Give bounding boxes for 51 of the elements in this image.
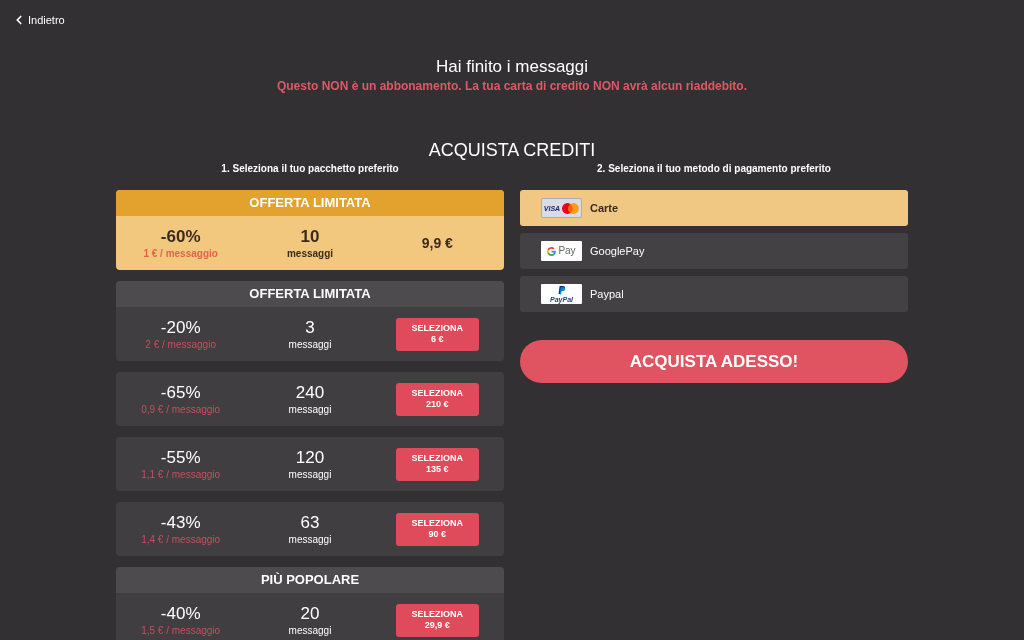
- message-unit-text: messaggi: [288, 623, 332, 637]
- overlapping-circles-icon: [562, 202, 580, 214]
- offer-banner: OFFERTA LIMITATA: [116, 281, 504, 307]
- message-count: 3: [305, 317, 315, 338]
- package-card[interactable]: PIÙ POPOLARE -40% 1,5 € / messaggio 20 messaggi SELEZIONA 29,9 €: [116, 567, 504, 640]
- unit-price-text: 2 € / messaggio: [145, 337, 216, 351]
- section-title: ACQUISTA CREDITI: [428, 139, 596, 162]
- page-title: Hai finito i messaggi: [435, 56, 589, 78]
- message-count: 10: [300, 226, 320, 247]
- back-link[interactable]: Indietro: [12, 11, 65, 29]
- unit-price-text: 1,4 € / messaggio: [141, 532, 221, 546]
- unit-price-text: 1 € / messaggio: [143, 246, 218, 260]
- g-letter-icon: [547, 246, 557, 256]
- step-heading: 2. Seleziona il tuo metodo di pagamento preferito: [597, 162, 831, 176]
- package-card[interactable]: -65% 0,9 € / messaggio 240 messaggi SELEZIONA 210 €: [116, 372, 504, 426]
- select-button[interactable]: SELEZIONA 6 €: [395, 317, 479, 351]
- discount-text: -65%: [160, 382, 201, 403]
- message-unit-text: messaggi: [288, 467, 332, 481]
- select-button[interactable]: SELEZIONA 90 €: [395, 512, 479, 546]
- message-count: 120: [295, 447, 325, 468]
- select-button[interactable]: SELEZIONA 29,9 €: [395, 603, 479, 637]
- message-unit-text: messaggi: [288, 402, 332, 416]
- message-count: 20: [300, 603, 320, 624]
- discount-text: -60%: [160, 226, 201, 247]
- select-button[interactable]: SELEZIONA 210 €: [395, 382, 479, 416]
- offer-banner: OFFERTA LIMITATA: [116, 190, 504, 216]
- buy-now-button[interactable]: ACQUISTA ADESSO!: [520, 340, 908, 383]
- message-unit-text: messaggi: [288, 532, 332, 546]
- discount-text: -20%: [160, 317, 201, 338]
- package-card[interactable]: OFFERTA LIMITATA -60% 1 € / messaggio 10 messaggi 9,9 €: [116, 190, 504, 270]
- step-heading: 1. Seleziona il tuo pacchetto preferito: [221, 162, 399, 176]
- package-card[interactable]: -55% 1,1 € / messaggio 120 messaggi SELEZIONA 135 €: [116, 437, 504, 491]
- message-count: 240: [295, 382, 325, 403]
- offer-banner: PIÙ POPOLARE: [116, 567, 504, 593]
- unit-price-text: 0,9 € / messaggio: [141, 402, 221, 416]
- discount-text: -40%: [160, 603, 201, 624]
- discount-text: -55%: [160, 447, 201, 468]
- p-letter-icon: [557, 285, 566, 295]
- package-card[interactable]: -43% 1,4 € / messaggio 63 messaggi SELEZIONA 90 €: [116, 502, 504, 556]
- message-unit-text: messaggi: [286, 246, 334, 260]
- select-button[interactable]: SELEZIONA 135 €: [395, 447, 479, 481]
- discount-text: -43%: [160, 512, 201, 533]
- subscription-notice: Questo NON è un abbonamento. La tua carta di credito NON avrà alcun riaddebito.: [276, 78, 748, 94]
- package-card[interactable]: OFFERTA LIMITATA -20% 2 € / messaggio 3 messaggi SELEZIONA 6 €: [116, 281, 504, 361]
- unit-price-text: 1,5 € / messaggio: [141, 623, 221, 637]
- unit-price-text: 1,1 € / messaggio: [141, 467, 221, 481]
- logo-text: Pay: [558, 246, 576, 256]
- price-text: 9,9 €: [421, 233, 453, 253]
- message-count: 63: [300, 512, 320, 533]
- payment-method-option[interactable]: Pay GooglePay: [520, 233, 908, 269]
- message-unit-text: messaggi: [288, 337, 332, 351]
